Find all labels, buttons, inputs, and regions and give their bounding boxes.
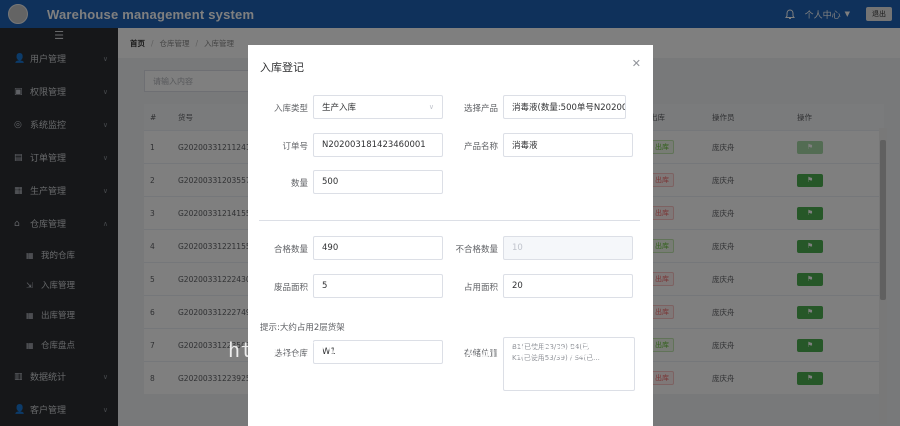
order-input[interactable]: N202003181423460001 bbox=[313, 133, 443, 157]
qty-input[interactable]: 500 bbox=[313, 170, 443, 194]
product-label: 选择产品 bbox=[463, 104, 498, 114]
divider bbox=[259, 220, 640, 221]
dialog-title: 入库登记 bbox=[260, 61, 304, 74]
qty-label: 数量 bbox=[290, 179, 308, 189]
watermark: https://www.huzhan.com/ishop3572 bbox=[228, 338, 630, 362]
shelf-hint: 提示:大约占用2层货架 bbox=[260, 323, 345, 333]
occupied-area-input[interactable]: 20 bbox=[503, 274, 633, 298]
product-select[interactable]: 消毒液(数量:500单号N20200 bbox=[503, 95, 626, 119]
waste-area-input[interactable]: 5 bbox=[313, 274, 443, 298]
pass-qty-input[interactable]: 490 bbox=[313, 236, 443, 260]
inbound-type-select[interactable]: 生产入库 ∨ bbox=[313, 95, 443, 119]
order-label: 订单号 bbox=[282, 142, 308, 152]
product-name-input[interactable]: 消毒液 bbox=[503, 133, 633, 157]
waste-label: 废品面积 bbox=[273, 283, 308, 293]
name-label: 产品名称 bbox=[463, 142, 498, 152]
fail-label: 不合格数量 bbox=[455, 245, 498, 255]
area-label: 占用面积 bbox=[463, 283, 498, 293]
close-icon[interactable]: ✕ bbox=[632, 57, 641, 70]
chevron-down-icon: ∨ bbox=[428, 103, 434, 111]
inbound-type-value: 生产入库 bbox=[322, 103, 357, 113]
inbound-dialog: 入库登记 ✕ 入库类型 生产入库 ∨ 选择产品 消毒液(数量:500单号N202… bbox=[248, 45, 653, 426]
type-label: 入库类型 bbox=[273, 104, 308, 114]
pass-label: 合格数量 bbox=[273, 245, 308, 255]
fail-qty-input: 10 bbox=[503, 236, 633, 260]
